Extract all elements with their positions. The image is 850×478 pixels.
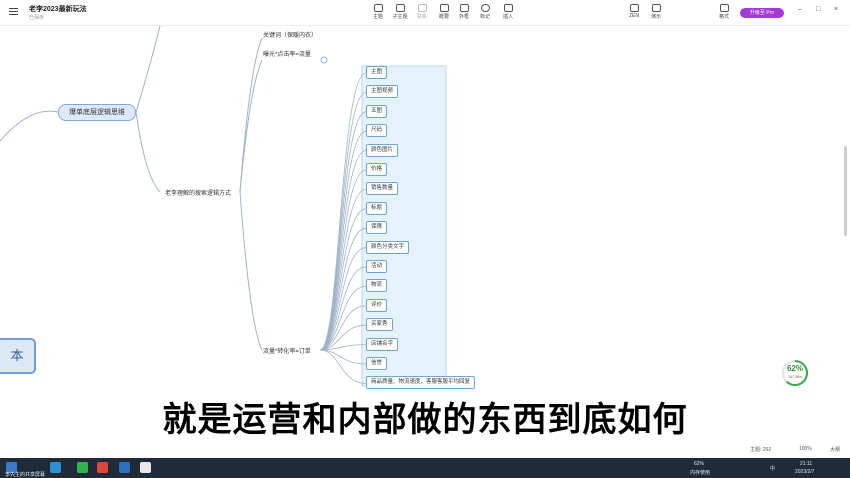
topic-connector [319, 349, 367, 365]
clock-time[interactable]: 21:11 [800, 461, 812, 467]
presentation-button[interactable]: 演示 [644, 4, 668, 20]
edge-icon[interactable] [50, 462, 61, 473]
save-status: 已保存 [29, 15, 45, 21]
root-topic[interactable]: 爆单底层逻辑思维 [58, 104, 136, 121]
topic-14[interactable]: 买家秀 [366, 318, 393, 332]
share-label: 李先生的共享屏幕 [5, 472, 46, 478]
toolbar-subtopic-button[interactable]: 子主题 [388, 4, 412, 20]
outline-toggle[interactable]: 大纲 [830, 446, 840, 453]
app-window: 老李2023最新玩法 已保存 主题 子主题 联系 概要 外框 标记 插入 ZEN… [0, 0, 850, 478]
format-icon [719, 4, 729, 12]
maximize-button[interactable]: □ [816, 6, 820, 13]
document-icon[interactable] [140, 462, 151, 473]
toolbar-relation-button[interactable]: 联系 [410, 4, 434, 20]
branch-search-logic[interactable]: 老李理解的搜索逻辑方式 [165, 188, 231, 197]
toolbar-marker-button[interactable]: 标记 [473, 4, 497, 20]
upgrade-pro-button[interactable]: 升级至 Pro [740, 8, 784, 18]
format-button[interactable]: 格式 [712, 4, 736, 20]
topic-1[interactable]: 主图 [366, 66, 388, 79]
offscreen-topic[interactable]: 本 [0, 338, 36, 374]
topic-4[interactable]: 尺码 [366, 124, 388, 138]
gauge-value: 62% [786, 364, 803, 373]
minimize-button[interactable]: – [798, 6, 802, 13]
topic-16[interactable]: 信誉 [366, 357, 388, 370]
cpu-value: 62% [694, 461, 705, 467]
topic-9[interactable]: 保障 [366, 221, 388, 235]
topic-3[interactable]: 五图 [366, 104, 388, 118]
branch-conversion[interactable]: 流量*转化率=订单 [263, 346, 311, 355]
topic-6[interactable]: 价格 [366, 163, 388, 176]
relation-icon [417, 4, 427, 12]
mindmap-canvas[interactable]: 爆单底层逻辑思维 本 关键词（保暖内衣） 曝光*点击率=流量 老李理解的搜索逻辑… [0, 26, 850, 458]
topic-15[interactable]: 店铺名字 [366, 337, 399, 351]
play-icon [651, 4, 661, 12]
menu-icon[interactable] [9, 8, 18, 17]
topic-13[interactable]: 评价 [366, 298, 388, 312]
cpu-label: 内存使用 [690, 470, 711, 476]
topic-17[interactable]: 商品质量、物流速度、客服客服平均回复 [366, 376, 476, 390]
clock-date[interactable]: 2023/2/7 [795, 469, 814, 475]
topic-12[interactable]: 物流 [366, 279, 388, 293]
video-caption: 就是运营和内部做的东西到底如何 [162, 401, 688, 439]
topic-count: 主题: 262 [750, 447, 772, 453]
zen-button[interactable]: ZEN [622, 4, 646, 19]
boundary-icon [459, 4, 469, 12]
ime-indicator[interactable]: 中 [770, 465, 775, 472]
plus-icon [503, 4, 513, 12]
summary-icon [439, 4, 449, 12]
taskbar: 李先生的共享屏幕 62% 内存使用 中 21:11 2023/2/7 [0, 458, 850, 478]
topic-connectors [319, 72, 367, 384]
app-icon[interactable] [97, 462, 108, 473]
wechat-icon[interactable] [77, 462, 88, 473]
topic-10[interactable]: 颜色分类文字 [366, 240, 410, 254]
subtopic-icon [395, 4, 405, 12]
topic-connector [319, 247, 367, 351]
topic-icon [373, 4, 383, 12]
toolbar-insert-button[interactable]: 插入 [496, 4, 520, 20]
document-title: 老李2023最新玩法 [29, 6, 87, 13]
zoom-level[interactable]: 100% [799, 446, 812, 452]
title-bar: 老李2023最新玩法 已保存 主题 子主题 联系 概要 外框 标记 插入 ZEN… [0, 0, 850, 26]
topic-7[interactable]: 销售数量 [366, 182, 399, 196]
mindmap-app-icon[interactable] [119, 462, 130, 473]
fullscreen-icon [629, 4, 639, 12]
star-icon [480, 4, 490, 12]
toolbar-topic-button[interactable]: 主题 [366, 4, 390, 20]
branch-keyword[interactable]: 关键词（保暖内衣） [263, 30, 317, 39]
network-progress-gauge: 62% 147.2K/s [781, 359, 809, 387]
topic-connector [319, 349, 367, 384]
topic-8[interactable]: 标题 [366, 201, 388, 215]
topic-2[interactable]: 主图视频 [366, 85, 399, 99]
gauge-speed: 147.2K/s [788, 375, 802, 379]
close-button[interactable]: × [834, 6, 838, 13]
topic-5[interactable]: 颜色图片 [366, 143, 399, 157]
branch-click-rate[interactable]: 曝光*点击率=流量 [263, 49, 311, 58]
topic-11[interactable]: 活动 [366, 260, 388, 273]
